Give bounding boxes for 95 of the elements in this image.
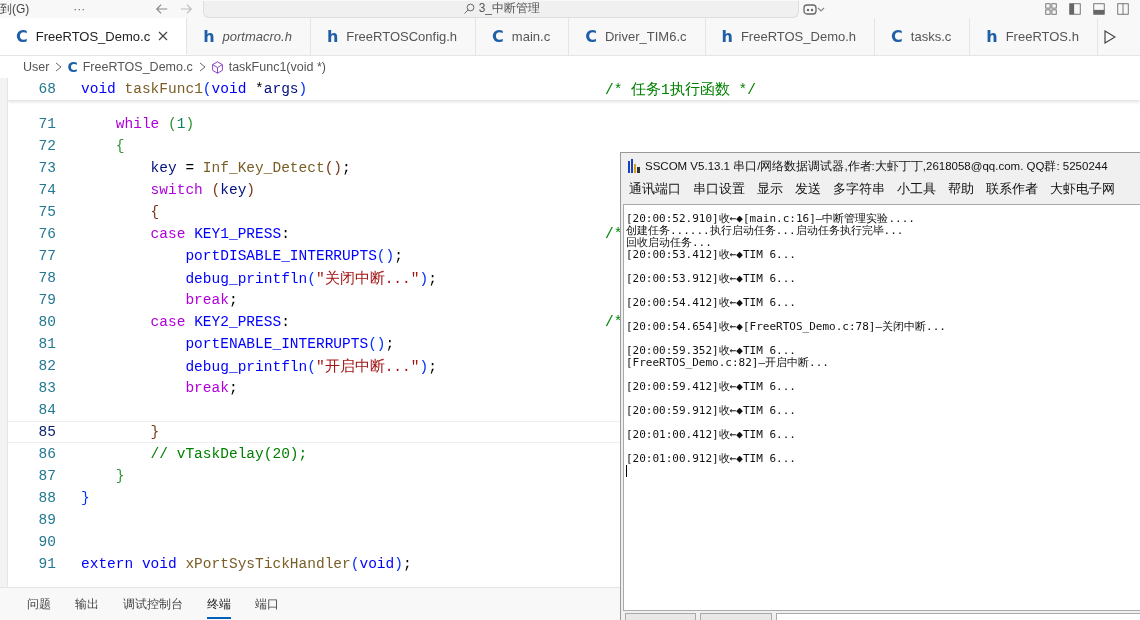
menu-item[interactable]: 多字符串 bbox=[833, 181, 885, 198]
line-number: 68 bbox=[37, 81, 56, 97]
close-icon[interactable] bbox=[158, 31, 169, 41]
panel-tab[interactable]: 端口 bbox=[255, 589, 279, 619]
panel-tab[interactable]: 输出 bbox=[75, 589, 99, 619]
menu-label[interactable]: 到(G) bbox=[0, 0, 30, 18]
code-line: portENABLE_INTERRUPTS(); bbox=[184, 336, 396, 352]
code-line: extern void xPortSysTickHandler(void); bbox=[81, 556, 413, 572]
code-line: break; bbox=[184, 292, 239, 308]
line-number: 86 bbox=[37, 446, 56, 462]
chevron-icon bbox=[54, 62, 63, 72]
code-line: { bbox=[149, 204, 161, 220]
cube-icon bbox=[210, 60, 224, 74]
layout-icon bbox=[1044, 2, 1058, 16]
window-title: SSCOM V5.13.1 串口/网络数据调试器,作者:大虾丁丁,2618058@qq.com. QQ群: 5250244 bbox=[645, 158, 1108, 174]
log-line: 回收启动任务... bbox=[626, 237, 712, 249]
robot-icon[interactable] bbox=[803, 2, 826, 16]
file-type-icon: C bbox=[67, 59, 78, 75]
line-number: 84 bbox=[37, 402, 56, 418]
panel-toggle-icon bbox=[1092, 2, 1106, 16]
search-icon bbox=[462, 2, 475, 15]
more-menu[interactable]: ··· bbox=[73, 2, 86, 16]
code-line: // vTaskDelay(20); bbox=[149, 446, 309, 462]
line-number: 74 bbox=[37, 182, 56, 198]
chevron-icon bbox=[197, 62, 206, 72]
code-line: } bbox=[114, 468, 126, 484]
code-line: while (1) bbox=[114, 116, 196, 132]
line-number: 85 bbox=[37, 424, 56, 440]
line-number: 79 bbox=[37, 292, 56, 308]
menu-item[interactable]: 小工具 bbox=[897, 181, 936, 198]
log-line: [FreeRTOS_Demo.c:82]—开启中断... bbox=[626, 357, 830, 369]
panel-tab[interactable]: 调试控制台 bbox=[123, 589, 183, 619]
line-number: 91 bbox=[37, 556, 56, 572]
line-number: 73 bbox=[37, 160, 56, 176]
editor-tab[interactable]: C FreeRTOS_Demo.c bbox=[0, 18, 188, 55]
code-line: void taskFunc1(void *args) bbox=[81, 81, 309, 97]
log-line: [20:00:54.654]收←◆[FreeRTOS_Demo.c:78]—关闭中断... bbox=[626, 319, 947, 333]
panel-tab[interactable]: 终端 bbox=[207, 589, 231, 619]
code-line: } bbox=[81, 490, 91, 506]
menu-item[interactable]: 通讯端口 bbox=[629, 181, 681, 198]
split-icon bbox=[1116, 2, 1130, 16]
code-line: case KEY1_PRESS: bbox=[149, 226, 291, 242]
breadcrumb-file[interactable]: FreeRTOS_Demo.c bbox=[82, 60, 193, 74]
log-line: [20:00:54.412]收←◆TIM 6... bbox=[626, 295, 797, 309]
log-line: [20:00:53.912]收←◆TIM 6... bbox=[626, 271, 797, 285]
menu-item[interactable]: 串口设置 bbox=[693, 181, 745, 198]
line-number: 75 bbox=[37, 204, 56, 220]
search-field[interactable]: 3_中断管理 bbox=[203, 0, 800, 18]
line-number: 83 bbox=[37, 380, 56, 396]
log-line: [20:00:59.412]收←◆TIM 6... bbox=[626, 379, 797, 393]
menu-item[interactable]: 显示 bbox=[757, 181, 783, 198]
code-line: break; bbox=[184, 380, 239, 396]
log-line: [20:00:52.910]收←◆[main.c:16]—中断管理实验.... bbox=[626, 213, 916, 225]
menu-item[interactable]: 发送 bbox=[795, 181, 821, 198]
sidebar-toggle-icon bbox=[1068, 2, 1082, 16]
panel-tab[interactable]: 问题 bbox=[27, 589, 51, 619]
code-line: debug_printfln("开启中断..."); bbox=[184, 357, 438, 376]
log-line: [20:00:59.912]收←◆TIM 6... bbox=[626, 403, 797, 417]
log-line: [20:00:53.412]收←◆TIM 6... bbox=[626, 249, 797, 261]
menu-item[interactable]: 联系作者 bbox=[986, 181, 1038, 198]
code-line: portDISABLE_INTERRUPTS(); bbox=[184, 248, 404, 264]
line-number: 90 bbox=[37, 534, 56, 550]
code-line: key = Inf_Key_Detect(); bbox=[149, 160, 352, 176]
line-number: 87 bbox=[37, 468, 56, 484]
text-cursor bbox=[626, 465, 627, 477]
line-number: 89 bbox=[37, 512, 56, 528]
breadcrumb-symbol[interactable]: taskFunc1(void *) bbox=[228, 60, 326, 74]
code-comment: /* 任务1执行函数 */ bbox=[605, 80, 756, 99]
line-number: 76 bbox=[37, 226, 56, 242]
log-line: [20:00:59.352]收←◆TIM 6... bbox=[626, 343, 797, 357]
line-number: 88 bbox=[37, 490, 56, 506]
log-line: [20:01:00.912]收←◆TIM 6... bbox=[626, 451, 797, 465]
code-comment: /* bbox=[605, 314, 623, 330]
menu-item[interactable]: 帮助 bbox=[948, 181, 974, 198]
code-line: debug_printfln("关闭中断..."); bbox=[184, 269, 438, 288]
app-icon bbox=[627, 158, 641, 174]
line-number: 78 bbox=[37, 270, 56, 286]
menu-item[interactable]: 大虾电子网 bbox=[1050, 181, 1115, 198]
line-number: 81 bbox=[37, 336, 56, 352]
line-number: 82 bbox=[37, 358, 56, 374]
code-line: } bbox=[149, 424, 161, 440]
forward-icon[interactable] bbox=[179, 2, 194, 16]
play-icon[interactable] bbox=[1103, 30, 1116, 44]
log-line: 创建任务......执行启动任务...启动任务执行完毕... bbox=[626, 225, 905, 237]
line-number: 80 bbox=[37, 314, 56, 330]
code-line: case KEY2_PRESS: bbox=[149, 314, 291, 330]
code-comment: /* bbox=[605, 226, 623, 242]
breadcrumb-folder[interactable]: User bbox=[23, 60, 50, 74]
code-line: { bbox=[114, 138, 126, 154]
line-number: 72 bbox=[37, 138, 56, 154]
line-number: 71 bbox=[37, 116, 56, 132]
log-line: [20:01:00.412]收←◆TIM 6... bbox=[626, 427, 797, 441]
code-line: switch (key) bbox=[149, 182, 257, 198]
line-number: 77 bbox=[37, 248, 56, 264]
back-icon[interactable] bbox=[155, 2, 170, 16]
